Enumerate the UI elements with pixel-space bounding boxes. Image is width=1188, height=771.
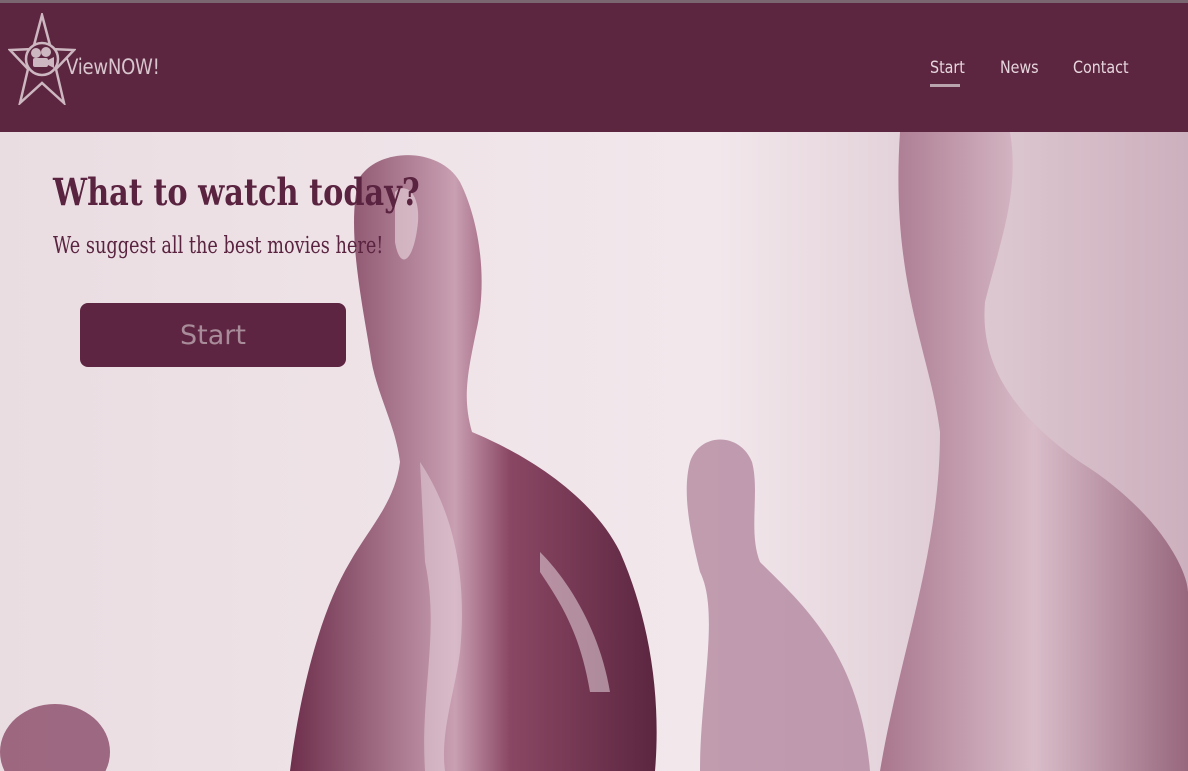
site-header: ViewNOW! Start News Contact — [0, 3, 1188, 132]
award-statuettes-photo — [0, 132, 1188, 771]
main-nav: Start News Contact — [928, 58, 1188, 98]
nav-news-link[interactable]: News — [1000, 58, 1039, 78]
brand-name[interactable]: ViewNOW! — [66, 55, 160, 79]
page-subtitle: We suggest all the best movies here! — [53, 233, 384, 259]
page-title: What to watch today? — [53, 170, 420, 214]
nav-start-link[interactable]: Start — [930, 58, 965, 78]
start-button[interactable]: Start — [80, 303, 346, 367]
hero-section — [0, 132, 1188, 771]
nav-contact-link[interactable]: Contact — [1073, 58, 1129, 78]
active-nav-indicator — [930, 84, 960, 87]
